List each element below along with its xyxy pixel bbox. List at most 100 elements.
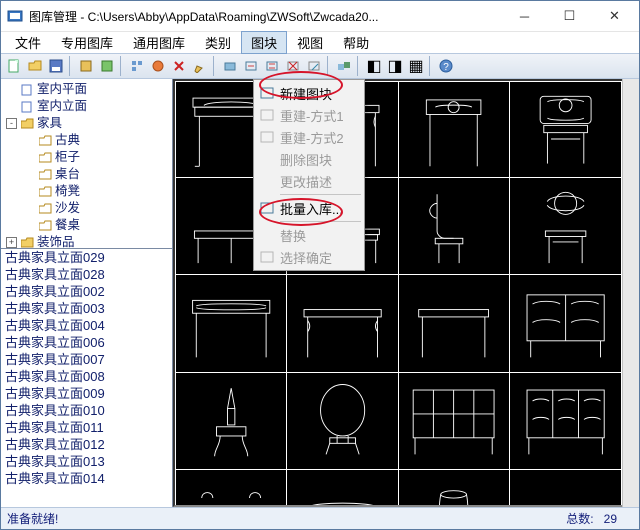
menu-文件[interactable]: 文件 [5, 31, 51, 54]
tool-help-icon[interactable]: ? [436, 56, 456, 76]
folder-o-icon [38, 203, 52, 215]
tree-node[interactable]: 椅凳 [2, 183, 171, 200]
menu-帮助[interactable]: 帮助 [333, 31, 379, 54]
menuitem-选择确定: 选择确定 [256, 246, 362, 268]
menuitem-更改描述: 更改描述 [256, 170, 362, 192]
list-item[interactable]: 古典家具立面028 [1, 266, 172, 283]
tree-node[interactable]: 桌台 [2, 166, 171, 183]
tool-open-icon[interactable] [25, 56, 45, 76]
minimize-button[interactable]: ─ [502, 2, 547, 30]
menu-类别[interactable]: 类别 [195, 31, 241, 54]
tool-delblock-icon[interactable] [283, 56, 303, 76]
menuitem-新建图块[interactable]: 新建图块 [256, 82, 362, 104]
thumbnail[interactable] [287, 275, 399, 372]
menu-通用图库[interactable]: 通用图库 [123, 31, 195, 54]
list-item[interactable]: 古典家具立面003 [1, 300, 172, 317]
tool-r1-icon[interactable] [241, 56, 261, 76]
tree-node[interactable]: 餐桌 [2, 217, 171, 234]
thumbnail[interactable] [175, 470, 287, 507]
tool-add-icon[interactable] [148, 56, 168, 76]
menu-separator [280, 194, 361, 195]
thumbnail[interactable] [399, 81, 511, 178]
thumbnail[interactable] [287, 373, 399, 470]
list-item[interactable]: 古典家具立面006 [1, 334, 172, 351]
list-view[interactable]: 古典家具立面029古典家具立面028古典家具立面002古典家具立面003古典家具… [1, 249, 172, 507]
menu-图块[interactable]: 图块 [241, 31, 287, 54]
thumbnail[interactable] [399, 373, 511, 470]
folder-o-icon [38, 220, 52, 232]
tree-node[interactable]: 沙发 [2, 200, 171, 217]
close-button[interactable]: ✕ [592, 2, 637, 30]
folder-o-icon [38, 152, 52, 164]
tree-node[interactable]: -家具 [2, 115, 171, 132]
tree-node[interactable]: 古典 [2, 132, 171, 149]
toolbar-sep [327, 56, 331, 76]
thumbnail[interactable] [175, 373, 287, 470]
tool-e1-icon[interactable]: ◧ [364, 56, 384, 76]
tree-node[interactable]: 室内平面 [2, 81, 171, 98]
menu-专用图库[interactable]: 专用图库 [51, 31, 123, 54]
tool-cat-icon[interactable] [127, 56, 147, 76]
thumbnail-pane[interactable] [173, 79, 622, 507]
menuitem-删除图块: 删除图块 [256, 148, 362, 170]
scrollbar[interactable] [622, 79, 639, 507]
list-item[interactable]: 古典家具立面012 [1, 436, 172, 453]
expander-icon[interactable]: + [6, 237, 17, 248]
list-item[interactable]: 古典家具立面004 [1, 317, 172, 334]
tool-new-icon[interactable] [4, 56, 24, 76]
titlebar: 图库管理 - C:\Users\Abby\AppData\Roaming\ZWS… [1, 1, 639, 31]
expander-icon[interactable]: - [6, 118, 17, 129]
folder-icon [20, 237, 34, 249]
tree-label: 沙发 [55, 200, 80, 217]
menuitem-icon [259, 129, 275, 145]
thumbnail[interactable] [510, 275, 622, 372]
menuitem-批量入库...[interactable]: 批量入库... [256, 197, 362, 219]
tree-label: 室内立面 [37, 98, 87, 115]
toolbar: ◧ ◨ ▦ ? [1, 53, 639, 79]
folder-icon [20, 118, 34, 130]
list-item[interactable]: 古典家具立面011 [1, 419, 172, 436]
tool-book2-icon[interactable] [97, 56, 117, 76]
tool-del-icon[interactable] [169, 56, 189, 76]
thumbnail[interactable] [399, 470, 511, 507]
list-item[interactable]: 古典家具立面007 [1, 351, 172, 368]
list-item[interactable]: 古典家具立面014 [1, 470, 172, 487]
maximize-button[interactable]: ☐ [547, 2, 592, 30]
tool-batch-icon[interactable] [334, 56, 354, 76]
tree-node[interactable]: 柜子 [2, 149, 171, 166]
tool-edit-icon[interactable] [190, 56, 210, 76]
status-total: 总数: 29 [566, 510, 633, 527]
folder-o-icon [38, 169, 52, 181]
list-item[interactable]: 古典家具立面010 [1, 402, 172, 419]
thumbnail[interactable] [399, 178, 511, 275]
thumbnail[interactable] [510, 178, 622, 275]
tool-rename-icon[interactable] [304, 56, 324, 76]
menubar: 文件专用图库通用图库类别图块视图帮助 [1, 31, 639, 53]
tool-r2-icon[interactable] [262, 56, 282, 76]
thumbnail[interactable] [287, 470, 399, 507]
toolbar-sep [120, 56, 124, 76]
page-icon [20, 84, 34, 96]
tool-e2-icon[interactable]: ◨ [385, 56, 405, 76]
list-item[interactable]: 古典家具立面008 [1, 368, 172, 385]
tool-save-icon[interactable] [46, 56, 66, 76]
thumbnail[interactable] [510, 373, 622, 470]
tool-book1-icon[interactable] [76, 56, 96, 76]
thumbnail[interactable] [175, 275, 287, 372]
tool-e3-icon[interactable]: ▦ [406, 56, 426, 76]
tree-label: 餐桌 [55, 217, 80, 234]
svg-text:?: ? [443, 62, 449, 73]
body: 室内平面室内立面-家具古典柜子桌台椅凳沙发餐桌+装饰品+设施 古典家具立面029… [1, 79, 639, 507]
thumbnail[interactable] [399, 275, 511, 372]
thumbnail[interactable] [510, 81, 622, 178]
list-item[interactable]: 古典家具立面013 [1, 453, 172, 470]
list-item[interactable]: 古典家具立面009 [1, 385, 172, 402]
tree-view[interactable]: 室内平面室内立面-家具古典柜子桌台椅凳沙发餐桌+装饰品+设施 [1, 79, 172, 249]
thumbnail[interactable] [510, 470, 622, 507]
tool-block-icon[interactable] [220, 56, 240, 76]
tree-node[interactable]: 室内立面 [2, 98, 171, 115]
tree-node[interactable]: +装饰品 [2, 234, 171, 249]
menu-视图[interactable]: 视图 [287, 31, 333, 54]
list-item[interactable]: 古典家具立面002 [1, 283, 172, 300]
list-item[interactable]: 古典家具立面029 [1, 249, 172, 266]
